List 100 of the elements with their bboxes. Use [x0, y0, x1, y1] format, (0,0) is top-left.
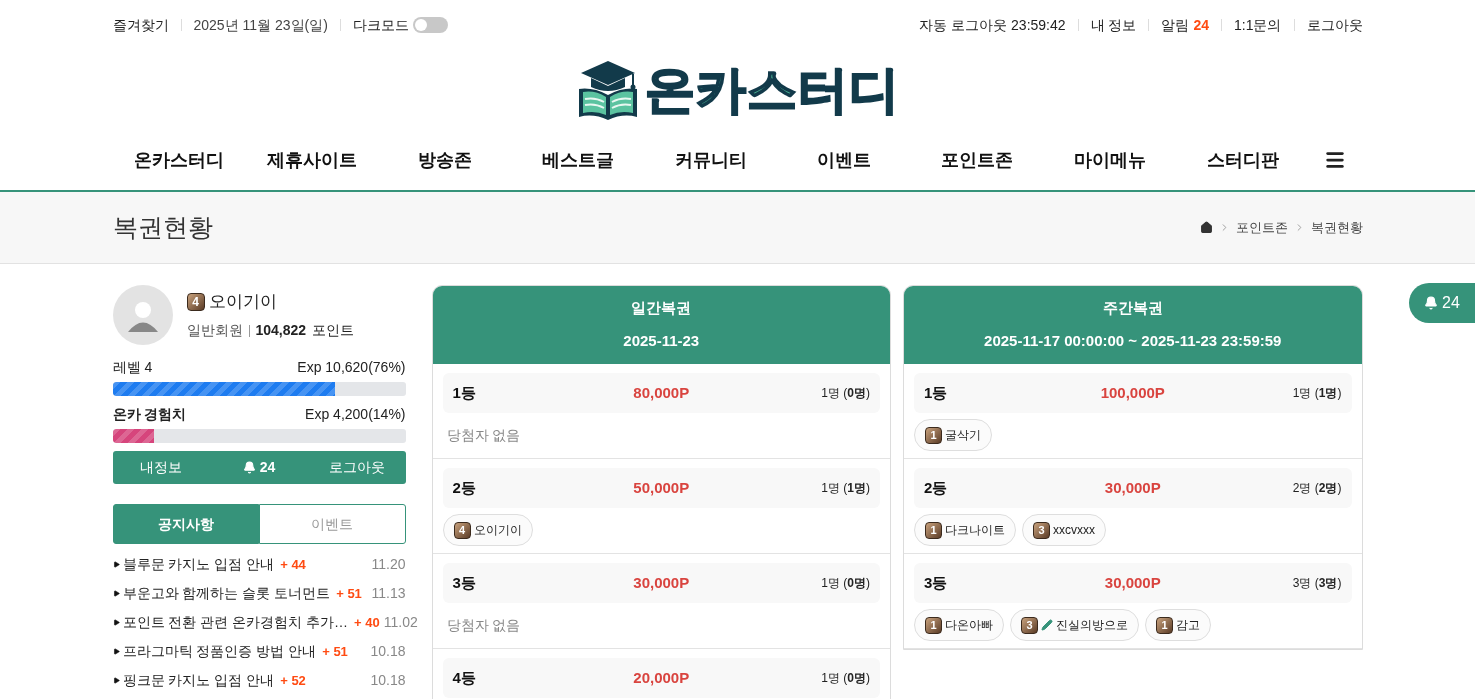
notice-date: 10.18 — [369, 671, 406, 690]
alert-count: 24 — [1442, 293, 1460, 313]
bullet-icon — [112, 561, 120, 568]
home-icon[interactable] — [1199, 221, 1213, 234]
level-badge: 1 — [925, 521, 942, 539]
rank-label: 2등 — [924, 477, 949, 498]
winner-count: 1명 (0명) — [820, 385, 870, 402]
comment-count: + 51 — [322, 642, 348, 661]
dark-mode-toggle[interactable] — [412, 17, 448, 33]
lottery-title: 주간복권 — [1102, 298, 1163, 318]
rank-label: 3등 — [924, 572, 949, 593]
nav-item[interactable]: 스터디판 — [1176, 146, 1310, 174]
top-bar-link[interactable]: 자동 로그아웃 23:59:42 — [919, 14, 1066, 36]
level-badge: 1 — [925, 616, 942, 634]
level-badge: 4 — [186, 292, 205, 311]
breadcrumb-link[interactable]: 복권현황 — [1310, 217, 1363, 238]
action-button[interactable]: 내정보 — [112, 451, 211, 484]
nav-item[interactable]: 커뮤니티 — [644, 146, 778, 174]
winner-count: 1명 (1명) — [1291, 385, 1342, 402]
winner-count: 2명 (2명) — [1291, 480, 1342, 497]
notice-title[interactable]: 핑크문 카지노 입점 안내 — [122, 670, 275, 691]
no-winner-text: 당첨자 없음 — [445, 425, 522, 445]
page-title: 복권현황 — [112, 211, 213, 243]
points-value: 104,822 — [255, 321, 307, 341]
top-bar-link[interactable]: 로그아웃 — [1306, 14, 1363, 36]
nav-item[interactable]: 마이메뉴 — [1043, 146, 1177, 174]
menu-icon[interactable] — [1323, 149, 1346, 171]
bell-icon — [242, 461, 256, 474]
notice-date: 10.18 — [369, 642, 406, 661]
nav-item[interactable]: 온카스터디 — [112, 146, 246, 174]
winner-count: 1명 (1명) — [820, 480, 870, 497]
meter-reading: Exp 10,620(76%) — [297, 358, 406, 377]
notice-title[interactable]: 포인트 전환 관련 온카경험치 추가… — [122, 612, 349, 633]
winner-chip[interactable]: 1 감고 — [1145, 609, 1211, 641]
top-bar-link[interactable]: 알림 — [1161, 14, 1190, 36]
bullet-icon — [112, 677, 120, 684]
meter-reading: Exp 4,200(14%) — [305, 405, 406, 424]
pencil-icon — [1041, 619, 1053, 631]
winner-chip[interactable]: 1 다크나이트 — [914, 514, 1016, 546]
nav-item[interactable]: 제휴사이트 — [245, 146, 379, 174]
meter-label: 온카 경험치 — [112, 405, 187, 424]
rank-label: 4등 — [452, 667, 477, 688]
meter-label: 레벨 4 — [112, 358, 153, 377]
winner-chip[interactable]: 1 다온아빠 — [914, 609, 1004, 641]
level-badge: 3 — [1021, 616, 1038, 634]
top-bar-link[interactable]: 다크모드 — [352, 14, 409, 36]
rank-label: 2등 — [452, 477, 477, 498]
lottery-title: 일간복권 — [631, 298, 692, 318]
bell-icon — [1424, 296, 1439, 310]
alert-count: 24 — [1193, 15, 1210, 35]
comment-count: + 40 — [354, 613, 380, 632]
prize-amount: 30,000P — [1103, 572, 1162, 593]
alerts-button[interactable]: 24 — [210, 451, 308, 484]
rank-label: 1등 — [452, 382, 477, 403]
winner-chip[interactable]: 3 xxcvxxx — [1022, 514, 1106, 546]
winner-count: 1명 (0명) — [820, 670, 870, 687]
action-button[interactable]: 로그아웃 — [307, 451, 406, 484]
notice-title[interactable]: 블루문 카지노 입점 안내 — [122, 554, 275, 575]
points-unit: 포인트 — [312, 321, 355, 341]
tab[interactable]: 공지사항 — [112, 504, 259, 544]
member-grade: 일반회원 — [186, 321, 243, 341]
nav-item[interactable]: 베스트글 — [511, 146, 645, 174]
winner-count: 3명 (3명) — [1291, 575, 1342, 592]
prize-amount: 30,000P — [632, 572, 691, 593]
winner-chip[interactable]: 4 오이기이 — [442, 514, 533, 546]
level-badge: 3 — [1033, 521, 1050, 539]
prize-amount: 100,000P — [1099, 382, 1166, 403]
bullet-icon — [112, 619, 120, 626]
nav-item[interactable]: 이벤트 — [777, 146, 911, 174]
winner-chip[interactable]: 1 굴삭기 — [914, 419, 992, 451]
nav-item[interactable]: 포인트존 — [910, 146, 1044, 174]
floating-alert-button[interactable]: 24 — [1409, 283, 1475, 323]
comment-count: + 52 — [280, 671, 306, 690]
lottery-period: 2025-11-23 — [623, 330, 700, 351]
prize-amount: 20,000P — [632, 667, 691, 688]
bullet-icon — [112, 590, 120, 597]
comment-count: + 51 — [336, 584, 362, 603]
user-name: 오이기이 — [208, 290, 277, 313]
notice-date: 11.02 — [382, 613, 418, 632]
breadcrumb-link[interactable]: 포인트존 — [1235, 217, 1288, 238]
nav-item[interactable]: 방송존 — [378, 146, 512, 174]
level-badge: 1 — [1156, 616, 1173, 634]
logo-text[interactable]: 온카스터디 — [645, 65, 900, 115]
top-bar-link[interactable]: 1:1문의 — [1234, 14, 1282, 36]
prize-amount: 50,000P — [632, 477, 691, 498]
notice-date: 11.20 — [370, 555, 406, 574]
level-badge: 4 — [453, 521, 471, 539]
no-winner-text: 당첨자 없음 — [445, 615, 522, 635]
top-bar-link[interactable]: 내 정보 — [1090, 14, 1137, 36]
notice-title[interactable]: 프라그마틱 정품인증 방법 안내 — [122, 641, 317, 662]
notice-date: 11.13 — [370, 584, 406, 603]
top-bar-link[interactable]: 즐겨찾기 — [112, 14, 169, 36]
lottery-period: 2025-11-17 00:00:00 ~ 2025-11-23 23:59:59 — [984, 330, 1282, 351]
level-badge: 1 — [925, 426, 942, 444]
prize-amount: 80,000P — [632, 382, 691, 403]
notice-title[interactable]: 부운고와 함께하는 슬롯 토너먼트 — [122, 583, 331, 604]
rank-label: 3등 — [452, 572, 477, 593]
bullet-icon — [112, 648, 120, 655]
comment-count: + 44 — [280, 555, 306, 574]
winner-chip[interactable]: 3 진실의방으로 — [1010, 609, 1139, 641]
